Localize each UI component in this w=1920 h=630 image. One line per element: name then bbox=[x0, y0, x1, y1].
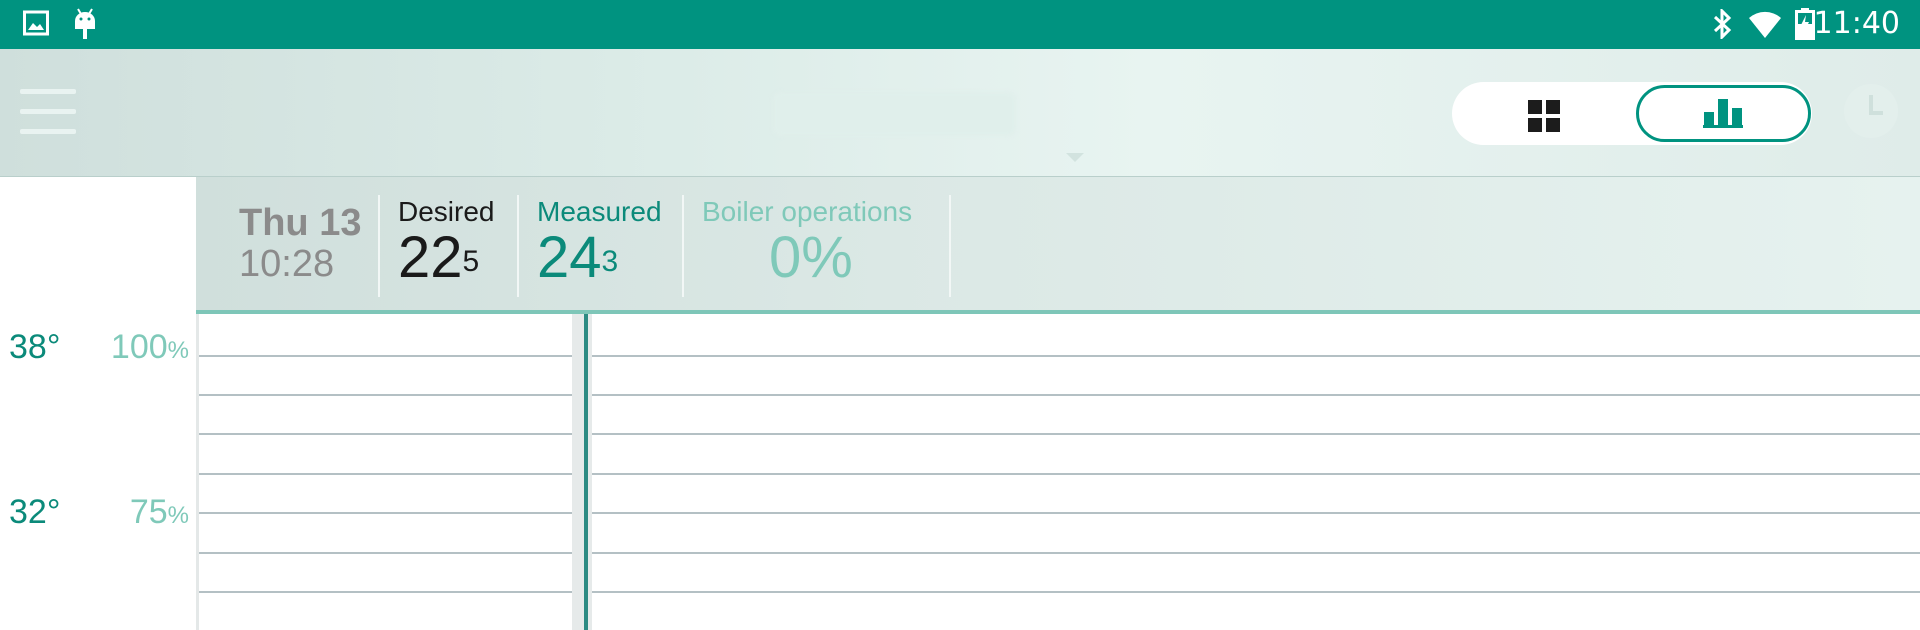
status-bar: 11:40 bbox=[0, 0, 1920, 49]
boiler-value: 0% bbox=[769, 225, 853, 290]
desired-cell: Desired 225 bbox=[398, 195, 494, 287]
gridline bbox=[199, 355, 1920, 357]
wifi-icon bbox=[1749, 11, 1781, 38]
app-bar bbox=[0, 49, 1920, 177]
gridline bbox=[199, 394, 1920, 396]
desired-label: Desired bbox=[398, 196, 495, 227]
grid-view-icon[interactable] bbox=[1524, 98, 1564, 134]
percent-scale-label: 75% bbox=[129, 493, 189, 531]
gridline bbox=[199, 473, 1920, 475]
measured-label: Measured bbox=[537, 196, 662, 227]
android-icon bbox=[75, 8, 95, 39]
boiler-label: Boiler operations bbox=[702, 196, 913, 227]
date-time-cell: Thu 13 10:28 bbox=[239, 202, 361, 284]
bar-chart-icon bbox=[1703, 99, 1743, 128]
y-axis-scale: 38° 100% 32° 75% bbox=[0, 177, 196, 630]
thermostat-title[interactable] bbox=[773, 92, 1016, 136]
view-toggle bbox=[1452, 82, 1812, 145]
measured-cell: Measured 243 bbox=[537, 195, 662, 287]
gridline bbox=[199, 552, 1920, 554]
chevron-down-icon[interactable] bbox=[1066, 153, 1084, 163]
temp-scale-label: 38° bbox=[9, 328, 61, 366]
temperature-chart[interactable] bbox=[196, 314, 1920, 630]
temp-scale-label: 32° bbox=[9, 493, 61, 531]
status-time: 11:40 bbox=[1813, 6, 1900, 41]
boiler-cell: Boiler operations 0% bbox=[702, 195, 912, 287]
divider bbox=[517, 195, 519, 297]
time-label: 10:28 bbox=[239, 243, 335, 285]
divider bbox=[682, 195, 684, 297]
day-label: Thu 13 bbox=[239, 202, 362, 244]
battery-charging-icon bbox=[1795, 8, 1815, 40]
gallery-icon bbox=[23, 10, 49, 36]
percent-scale-label: 100% bbox=[110, 328, 189, 366]
gridline bbox=[199, 512, 1920, 514]
desired-value: 225 bbox=[398, 225, 480, 290]
hamburger-menu-icon[interactable] bbox=[20, 89, 76, 135]
measured-value: 243 bbox=[537, 225, 619, 290]
chart-view-button[interactable] bbox=[1636, 85, 1811, 142]
time-cursor-band bbox=[572, 314, 592, 630]
info-header: Thu 13 10:28 Desired 225 Measured 243 Bo… bbox=[196, 177, 1920, 314]
bluetooth-icon bbox=[1713, 9, 1732, 39]
gridline bbox=[199, 433, 1920, 435]
divider bbox=[378, 195, 380, 297]
time-cursor[interactable] bbox=[584, 314, 588, 630]
divider bbox=[949, 195, 951, 297]
clock-icon[interactable] bbox=[1843, 83, 1899, 139]
gridline bbox=[199, 591, 1920, 593]
